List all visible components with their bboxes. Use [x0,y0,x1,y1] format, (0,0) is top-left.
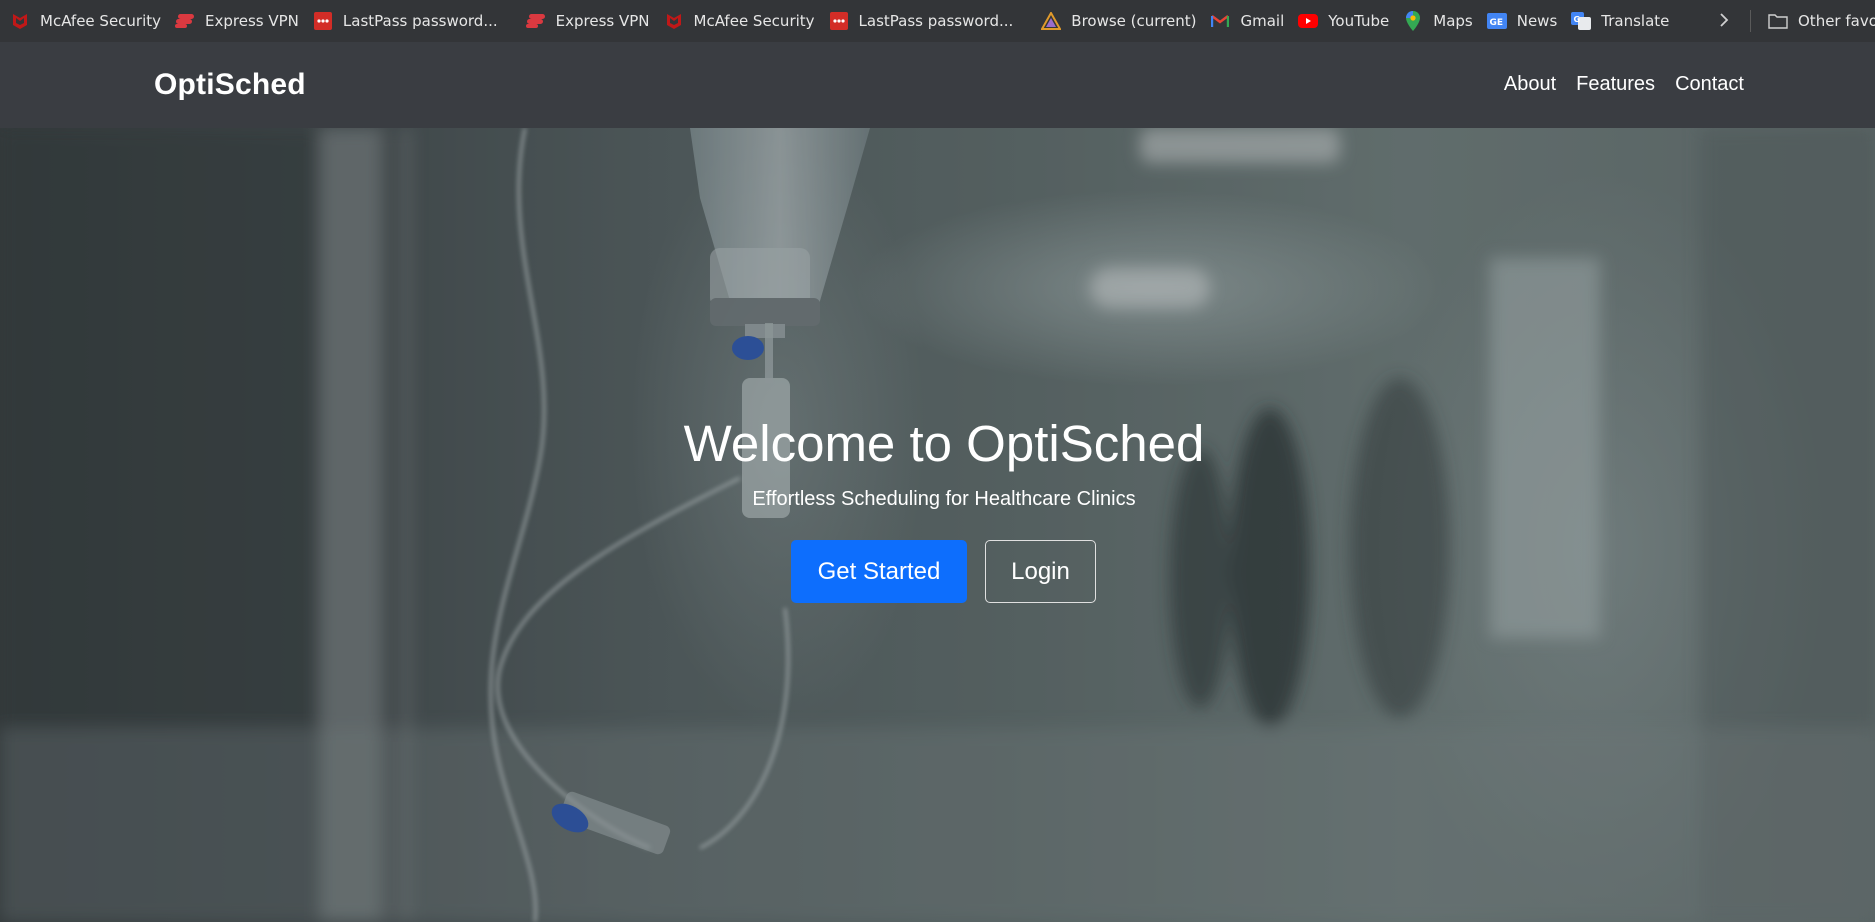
login-button[interactable]: Login [985,540,1096,603]
more-bookmarks-chevron-icon[interactable] [1710,6,1738,34]
bookmark-label: Gmail [1240,12,1285,30]
bookmark-label: McAfee Security [40,12,162,30]
browse-icon [1041,11,1062,31]
bookmark-label: LastPass password... [342,12,498,30]
brand-logo[interactable]: OptiSched [154,68,306,102]
hero-content: Welcome to OptiSched Effortless Scheduli… [0,128,1875,922]
bookmarks-bar: McAfee Security Express VPN LastPass pas… [0,0,1875,42]
expressvpn-icon [175,11,195,31]
folder-icon [1768,11,1788,31]
expressvpn-icon [525,11,546,31]
bookmark-maps[interactable]: Maps [1397,5,1480,37]
svg-text:GE: GE [1489,18,1503,28]
bookmark-express-vpn[interactable]: Express VPN [169,5,307,37]
bookmark-mcafee-security[interactable]: McAfee Security [4,5,169,37]
bookmark-mcafee-security[interactable]: McAfee Security [658,5,823,37]
lastpass-icon [313,11,333,31]
gmail-icon [1210,11,1230,31]
other-favorites-folder[interactable]: Other favorites [1762,5,1875,37]
bookmark-label: Other favorites [1798,12,1875,30]
bookmark-lastpass[interactable]: LastPass password... [823,5,1022,37]
bookmark-label: McAfee Security [693,12,815,30]
nav-link-contact[interactable]: Contact [1675,73,1744,96]
maps-icon [1403,11,1423,31]
bookmark-youtube[interactable]: YouTube [1292,5,1397,37]
bookmark-label: LastPass password... [858,12,1014,30]
bookmark-label: Translate [1601,12,1670,30]
bookmark-express-vpn[interactable]: Express VPN [520,5,658,37]
news-icon: GE [1486,11,1507,31]
bookmark-browse-current[interactable]: Browse (current) [1035,5,1204,37]
mcafee-icon [10,11,30,31]
youtube-icon [1298,11,1319,31]
get-started-button[interactable]: Get Started [791,540,967,603]
hero-title: Welcome to OptiSched [683,415,1205,472]
bookmark-gmail[interactable]: Gmail [1204,5,1292,37]
hero-subtitle: Effortless Scheduling for Healthcare Cli… [752,488,1136,510]
bookmark-label: News [1516,12,1558,30]
hero-section: Welcome to OptiSched Effortless Scheduli… [0,128,1875,922]
bookmark-news[interactable]: GE News [1481,5,1566,37]
bookmark-label: Express VPN [205,12,299,30]
bookmarks-divider [1750,10,1751,32]
lastpass-icon [829,11,849,31]
bookmark-label: YouTube [1328,12,1390,30]
site-navbar: OptiSched About Features Contact [0,42,1875,128]
svg-text:G: G [1574,15,1581,24]
bookmark-label: Express VPN [555,12,650,30]
mcafee-icon [664,11,684,31]
translate-icon: G [1571,11,1592,31]
nav-link-features[interactable]: Features [1576,73,1655,96]
bookmark-lastpass[interactable]: LastPass password... [307,5,506,37]
bookmark-translate[interactable]: G Translate [1565,5,1677,37]
bookmark-label: Maps [1433,12,1473,30]
nav-link-about[interactable]: About [1504,73,1556,96]
nav-links: About Features Contact [1504,73,1744,96]
bookmark-label: Browse (current) [1071,12,1197,30]
